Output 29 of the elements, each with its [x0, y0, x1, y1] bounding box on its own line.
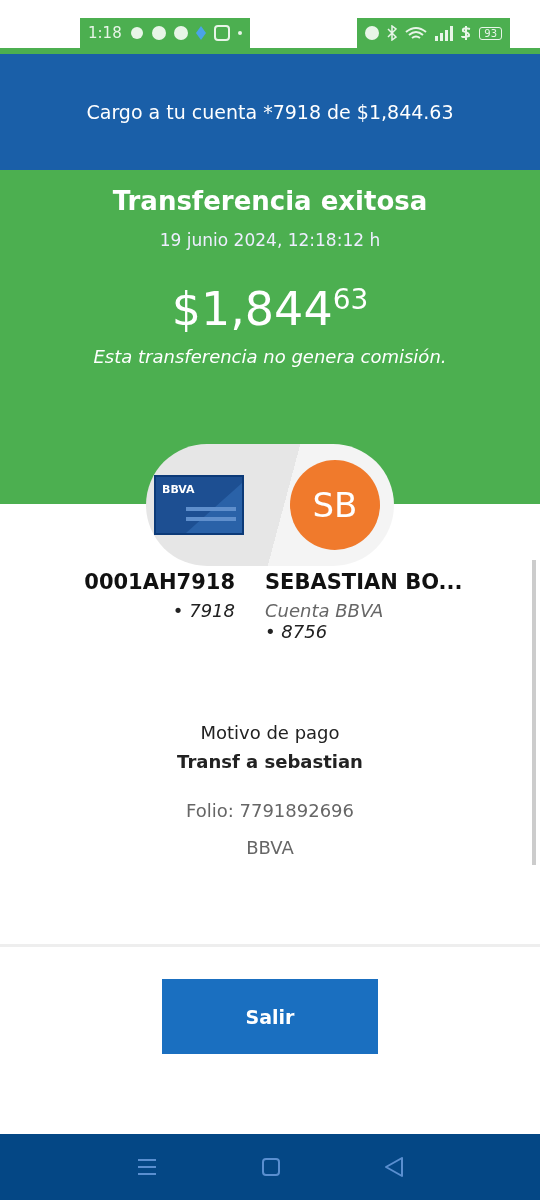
wifi-icon [405, 26, 428, 40]
menu-icon[interactable] [137, 1157, 157, 1177]
camera-icon [213, 25, 230, 41]
clock: 1:18 [88, 24, 122, 42]
dot-icon [237, 31, 242, 35]
reason-label: Motivo de pago [200, 722, 340, 743]
bank-name: BBVA [246, 837, 294, 858]
success-title: Transferencia exitosa [112, 186, 428, 216]
bluetooth-icon [387, 25, 398, 41]
transfer-amount: $1,844$^{63}$ [171, 282, 369, 336]
battery-indicator: 93 [479, 26, 502, 40]
header-title: Cargo a tu cuenta *7918 de $1,844.63 [86, 101, 454, 123]
origin-account-number: • 7918 [172, 600, 235, 621]
card-icon: BBVA [154, 475, 244, 535]
avatar: SB [290, 460, 380, 550]
diamond-icon [195, 26, 206, 40]
dollar-icon [461, 25, 472, 41]
recipient-name: SEBASTIAN BO... [265, 570, 464, 594]
transfer-date: 19 junio 2024, 12:18:12 h [159, 230, 381, 250]
signal-icon [435, 25, 454, 41]
home-icon[interactable] [262, 1158, 280, 1176]
recipient-bank: Cuenta BBVA [265, 600, 385, 621]
recipient-account-number: • 8756 [265, 621, 329, 642]
exit-button[interactable]: Salir [162, 979, 378, 1054]
back-icon[interactable] [385, 1157, 403, 1177]
origin-account-name: 0001AH7918 [84, 570, 235, 594]
commission-note: Esta transferencia no genera comisión. [93, 346, 447, 367]
folio-number: Folio: 7791892696 [185, 800, 354, 821]
reason-value: Transf a sebastian [177, 751, 363, 772]
